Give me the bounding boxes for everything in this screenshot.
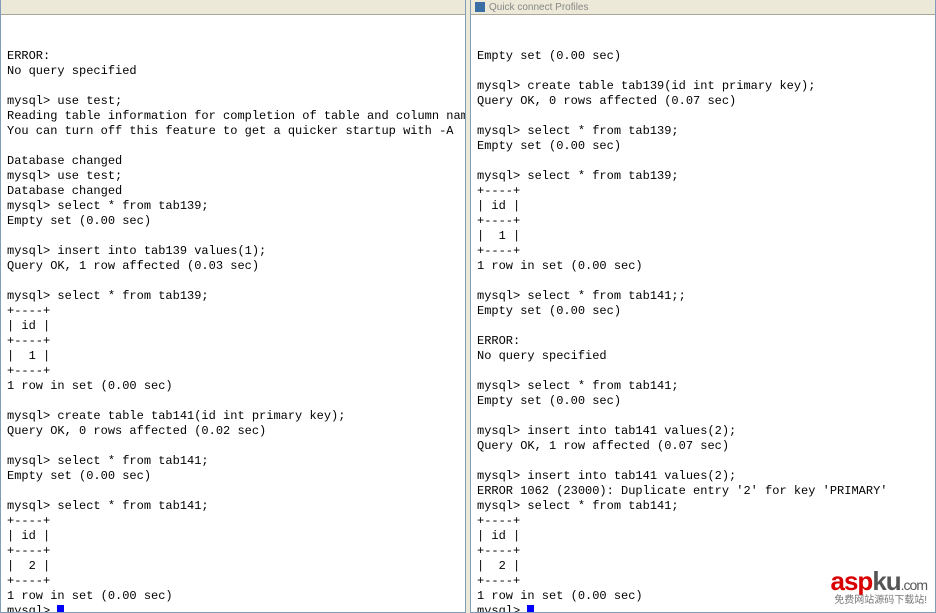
prompt-right: mysql> — [477, 604, 527, 613]
terminal-right-output[interactable]: Empty set (0.00 sec) mysql> create table… — [471, 15, 935, 613]
terminal-right-pane[interactable]: Quick connect Profiles Empty set (0.00 s… — [470, 0, 936, 613]
connect-icon — [475, 2, 485, 12]
terminal-left-pane[interactable]: ERROR: No query specified mysql> use tes… — [0, 0, 466, 613]
toolbar-left — [1, 0, 465, 15]
cursor-left — [57, 605, 64, 613]
terminal-left-output[interactable]: ERROR: No query specified mysql> use tes… — [1, 15, 465, 613]
cursor-right — [527, 605, 534, 613]
toolbar-right: Quick connect Profiles — [471, 0, 935, 15]
toolbar-right-text: Quick connect Profiles — [489, 2, 589, 13]
terminal-text: Empty set (0.00 sec) mysql> create table… — [477, 49, 929, 604]
prompt-left: mysql> — [7, 604, 57, 613]
terminal-text: ERROR: No query specified mysql> use tes… — [7, 49, 459, 604]
